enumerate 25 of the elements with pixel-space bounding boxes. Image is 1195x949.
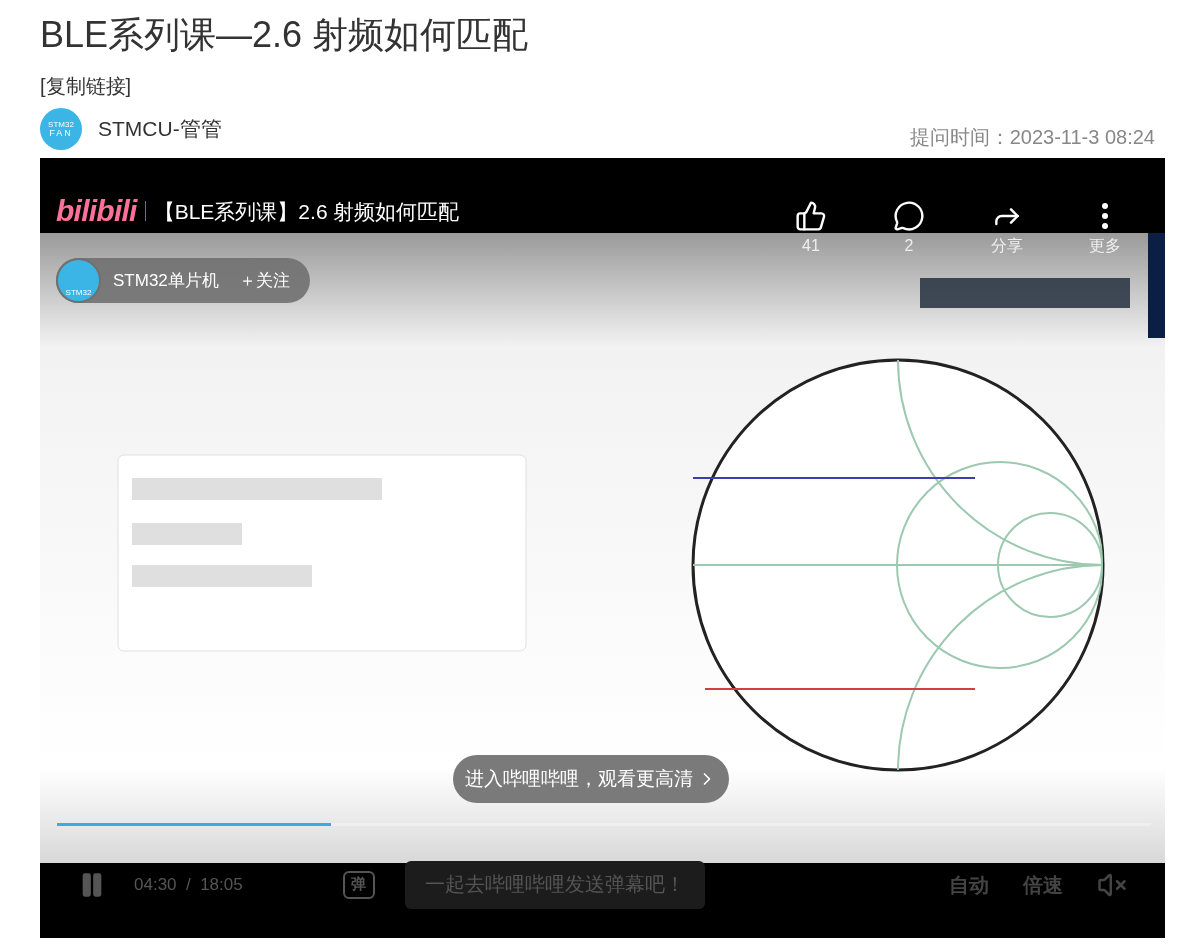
follow-button[interactable]: ＋关注 xyxy=(238,267,290,294)
avatar-text: STM32 xyxy=(48,120,74,129)
more-button[interactable]: 更多 xyxy=(1075,200,1135,254)
share-button[interactable]: 分享 xyxy=(977,200,1037,254)
author-avatar[interactable]: STM32 FAN xyxy=(40,108,82,150)
channel-pill[interactable]: STM32 STM32单片机 ＋关注 xyxy=(56,258,310,303)
video-title[interactable]: 【BLE系列课】2.6 射频如何匹配 xyxy=(153,200,460,222)
comment-button[interactable]: 2 xyxy=(879,200,939,254)
bilibili-logo[interactable]: bilibili xyxy=(56,196,137,226)
video-time: 04:30 / 18:05 xyxy=(134,873,243,896)
danmaku-toggle[interactable]: 弹 xyxy=(342,870,375,899)
more-icon xyxy=(1102,203,1108,229)
speech-bubble-icon xyxy=(893,200,925,232)
player-option-button[interactable]: 倍速 xyxy=(1023,869,1063,900)
asked-time: 提问时间：2023-11-3 08:24 xyxy=(909,125,1155,150)
player-option-button[interactable]: 自动 xyxy=(949,869,989,900)
avatar-text: FAN xyxy=(49,128,73,138)
copy-link[interactable]: [复制链接] xyxy=(40,74,132,98)
danmaku-input[interactable]: 一起去哔哩哔哩发送弹幕吧！ xyxy=(404,860,705,909)
author-name[interactable]: STMCU-管管 xyxy=(98,113,222,145)
like-button[interactable]: 41 xyxy=(781,200,841,254)
post-title: BLE系列课—2.6 射频如何匹配 xyxy=(40,13,530,57)
open-in-app-button[interactable]: 进入哔哩哔哩，观看更高清 xyxy=(453,755,729,803)
channel-name: STM32单片机 xyxy=(113,269,219,292)
thumbs-up-icon xyxy=(795,200,827,232)
